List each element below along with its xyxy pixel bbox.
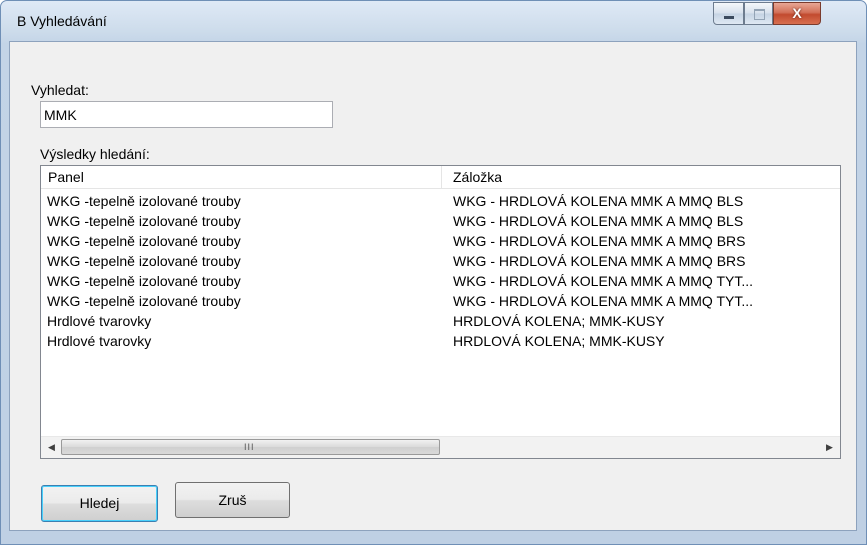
results-list[interactable]: Panel Záložka WKG -tepelně izolované tro…	[40, 165, 841, 459]
close-icon: X	[792, 5, 802, 21]
list-rows: WKG -tepelně izolované trouby WKG - HRDL…	[41, 191, 840, 351]
cell-panel: WKG -tepelně izolované trouby	[47, 253, 241, 269]
cell-panel: WKG -tepelně izolované trouby	[47, 293, 241, 309]
minimize-icon	[724, 16, 734, 19]
column-header-tab[interactable]: Záložka	[442, 166, 840, 188]
close-button[interactable]: X	[773, 2, 821, 25]
results-label: Výsledky hledání:	[40, 146, 150, 162]
dialog-window: B Vyhledávání X Vyhledat: Výsledky hledá…	[0, 0, 867, 545]
cell-tab: WKG - HRDLOVÁ KOLENA MMK A MMQ BRS	[453, 253, 746, 269]
list-row[interactable]: WKG -tepelně izolované trouby WKG - HRDL…	[41, 291, 840, 311]
scrollbar-thumb[interactable]: III	[61, 439, 440, 455]
cell-tab: HRDLOVÁ KOLENA; MMK-KUSY	[453, 313, 665, 329]
cell-tab: WKG - HRDLOVÁ KOLENA MMK A MMQ TYT...	[453, 293, 754, 309]
list-row[interactable]: WKG -tepelně izolované trouby WKG - HRDL…	[41, 191, 840, 211]
cell-panel: WKG -tepelně izolované trouby	[47, 213, 241, 229]
grip-icon: III	[244, 442, 255, 452]
list-row[interactable]: WKG -tepelně izolované trouby WKG - HRDL…	[41, 231, 840, 251]
search-input[interactable]	[40, 101, 333, 128]
minimize-button[interactable]	[713, 2, 744, 25]
list-row[interactable]: Hrdlové tvarovky HRDLOVÁ KOLENA; MMK-KUS…	[41, 311, 840, 331]
cancel-button[interactable]: Zruš	[175, 482, 290, 518]
search-label: Vyhledat:	[31, 82, 89, 98]
search-button[interactable]: Hledej	[41, 485, 158, 522]
window-title: B Vyhledávání	[17, 13, 107, 29]
cell-tab: WKG - HRDLOVÁ KOLENA MMK A MMQ BRS	[453, 233, 746, 249]
cell-panel: Hrdlové tvarovky	[47, 313, 152, 329]
cell-panel: WKG -tepelně izolované trouby	[47, 193, 241, 209]
list-row[interactable]: WKG -tepelně izolované trouby WKG - HRDL…	[41, 251, 840, 271]
list-header: Panel Záložka	[41, 166, 840, 189]
list-row[interactable]: WKG -tepelně izolované trouby WKG - HRDL…	[41, 271, 840, 291]
list-row[interactable]: Hrdlové tvarovky HRDLOVÁ KOLENA; MMK-KUS…	[41, 331, 840, 351]
title-bar[interactable]: B Vyhledávání X	[1, 1, 866, 41]
scroll-right-icon[interactable]: ▶	[821, 437, 838, 458]
cell-panel: WKG -tepelně izolované trouby	[47, 233, 241, 249]
cell-panel: WKG -tepelně izolované trouby	[47, 273, 241, 289]
column-header-panel[interactable]: Panel	[41, 166, 442, 188]
cell-tab: WKG - HRDLOVÁ KOLENA MMK A MMQ BLS	[453, 193, 744, 209]
maximize-icon	[754, 9, 765, 20]
cell-tab: WKG - HRDLOVÁ KOLENA MMK A MMQ BLS	[453, 213, 744, 229]
horizontal-scrollbar[interactable]: ◀ III ▶	[41, 436, 840, 458]
cell-panel: Hrdlové tvarovky	[47, 333, 152, 349]
cell-tab: HRDLOVÁ KOLENA; MMK-KUSY	[453, 333, 665, 349]
maximize-button[interactable]	[744, 2, 773, 25]
cell-tab: WKG - HRDLOVÁ KOLENA MMK A MMQ TYT...	[453, 273, 754, 289]
scroll-left-icon[interactable]: ◀	[43, 437, 60, 458]
list-row[interactable]: WKG -tepelně izolované trouby WKG - HRDL…	[41, 211, 840, 231]
